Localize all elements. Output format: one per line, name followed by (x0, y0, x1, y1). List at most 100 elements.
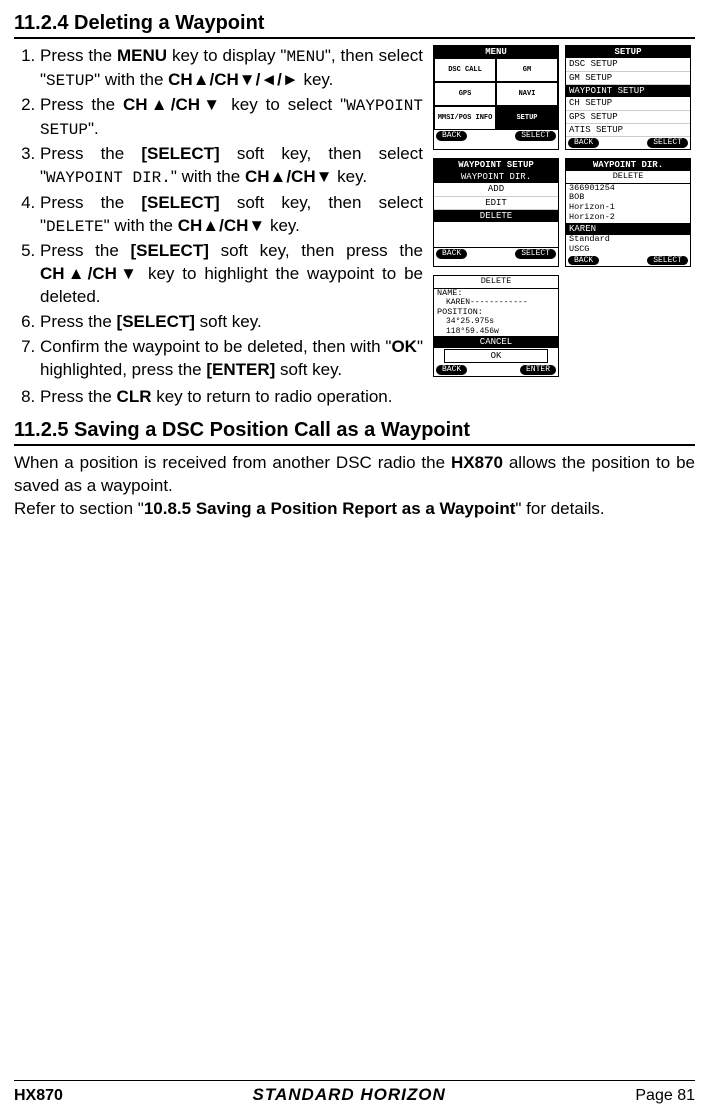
soft-select: SELECT (647, 256, 688, 265)
setup-item: GM SETUP (566, 72, 690, 85)
t: key to select " (223, 95, 346, 114)
delete-pos2: 118°59.456w (434, 327, 558, 336)
screen-setup-title: SETUP (566, 46, 690, 58)
setup-item: DSC SETUP (566, 58, 690, 71)
b: CH▲/CH▼ (178, 216, 265, 235)
t: soft key. (275, 360, 342, 379)
screens-column: MENU DSC CALL GM GPS NAVI MMSI/POS INFO … (433, 45, 695, 384)
menu-grid: DSC CALL GM GPS NAVI MMSI/POS INFO SETUP (434, 58, 558, 130)
screen-wpdir: WAYPOINT DIR. DELETE 366901254 BOB Horiz… (565, 158, 691, 267)
b: CH▲/CH▼/◄/► (168, 70, 299, 89)
t: " with the (171, 167, 245, 186)
menu-cell: NAVI (496, 82, 558, 106)
step-8: Press the CLR key to return to radio ope… (40, 386, 695, 409)
delete-title: DELETE (434, 276, 558, 289)
menu-cell-selected: SETUP (496, 106, 558, 130)
t: ". (88, 119, 99, 138)
sec2-p2: Refer to section "10.8.5 Saving a Positi… (14, 498, 695, 521)
b: MENU (117, 46, 167, 65)
softkeys: BACK SELECT (434, 248, 558, 259)
t: key. (332, 167, 367, 186)
wpdir-title: WAYPOINT DIR. (566, 159, 690, 171)
delete-pos1: 34°25.975s (434, 317, 558, 326)
step-5: Press the [SELECT] soft key, then press … (40, 240, 423, 309)
t: Refer to section " (14, 499, 144, 518)
t: " for details. (515, 499, 604, 518)
screen-wpsetup: WAYPOINT SETUP WAYPOINT DIR. ADD EDIT DE… (433, 158, 559, 267)
footer-page: Page 81 (635, 1087, 695, 1105)
soft-select: SELECT (515, 131, 556, 140)
delete-ok: OK (444, 349, 548, 363)
wpsetup-item: ADD (434, 183, 558, 196)
t: Press the (40, 193, 141, 212)
step-1: Press the MENU key to display "MENU", th… (40, 45, 423, 92)
soft-back: BACK (436, 131, 467, 140)
wpsetup-sub: WAYPOINT DIR. (434, 171, 558, 183)
b: [SELECT] (141, 193, 219, 212)
t: key. (299, 70, 334, 89)
b: [SELECT] (130, 241, 208, 260)
t: " with the (94, 70, 168, 89)
setup-item-selected: WAYPOINT SETUP (566, 85, 690, 97)
t: soft key, then press the (209, 241, 423, 260)
wpdir-item: USCG (566, 245, 690, 255)
b: OK (391, 337, 417, 356)
soft-enter: ENTER (520, 365, 556, 374)
t: Press the (40, 46, 117, 65)
soft-select: SELECT (647, 138, 688, 147)
b: 10.8.5 Saving a Position Report as a Way… (144, 499, 516, 518)
t: key to display " (167, 46, 286, 65)
b: [SELECT] (141, 144, 219, 163)
setup-item: CH SETUP (566, 97, 690, 110)
softkeys: BACK SELECT (566, 255, 690, 266)
screen-menu-title: MENU (434, 46, 558, 58)
soft-back: BACK (436, 249, 467, 258)
softkeys: BACK SELECT (566, 137, 690, 148)
step-7: Confirm the waypoint to be deleted, then… (40, 336, 423, 382)
wpsetup-title: WAYPOINT SETUP (434, 159, 558, 171)
wpsetup-item: EDIT (434, 197, 558, 210)
soft-back: BACK (568, 256, 599, 265)
screen-setup: SETUP DSC SETUP GM SETUP WAYPOINT SETUP … (565, 45, 691, 150)
b: HX870 (451, 453, 503, 472)
b: CH▲/CH▼ (40, 264, 140, 283)
menu-cell: GM (496, 58, 558, 82)
wpdir-item: Horizon-2 (566, 213, 690, 223)
soft-back: BACK (568, 138, 599, 147)
step-3: Press the [SELECT] soft key, then select… (40, 143, 423, 190)
setup-item: ATIS SETUP (566, 124, 690, 137)
t: When a position is received from another… (14, 453, 451, 472)
spacer (434, 222, 558, 248)
t: " with the (104, 216, 178, 235)
b: CH▲/CH▼ (123, 95, 223, 114)
section-title-2: 11.2.5 Saving a DSC Position Call as a W… (14, 419, 695, 446)
t: Press the (40, 312, 117, 331)
t: Press the (40, 144, 141, 163)
sec2-p1: When a position is received from another… (14, 452, 695, 498)
wpdir-item: 366901254 (566, 184, 690, 194)
t: Press the (40, 241, 130, 260)
section-title-1: 11.2.4 Deleting a Waypoint (14, 12, 695, 39)
section-2: 11.2.5 Saving a DSC Position Call as a W… (14, 419, 695, 521)
t: Press the (40, 95, 123, 114)
b: [SELECT] (117, 312, 195, 331)
delete-pos-label: POSITION: (434, 308, 558, 318)
setup-item: GPS SETUP (566, 111, 690, 124)
screen-delete: DELETE NAME: KAREN------------ POSITION:… (433, 275, 559, 377)
screen-menu: MENU DSC CALL GM GPS NAVI MMSI/POS INFO … (433, 45, 559, 150)
b: CH▲/CH▼ (245, 167, 332, 186)
b: [ENTER] (206, 360, 275, 379)
steps-column: Press the MENU key to display "MENU", th… (14, 45, 423, 384)
menu-cell: GPS (434, 82, 496, 106)
b: CLR (117, 387, 152, 406)
soft-back: BACK (436, 365, 467, 374)
footer-brand: STANDARD HORIZON (253, 1085, 446, 1105)
step-4: Press the [SELECT] soft key, then select… (40, 192, 423, 239)
menu-cell: MMSI/POS INFO (434, 106, 496, 130)
content-wrap: Press the MENU key to display "MENU", th… (14, 45, 695, 384)
menu-cell: DSC CALL (434, 58, 496, 82)
t: Press the (40, 387, 117, 406)
steps-list-cont: Press the CLR key to return to radio ope… (14, 386, 695, 409)
softkeys: BACK ENTER (434, 364, 558, 375)
wpdir-sub: DELETE (566, 171, 690, 184)
